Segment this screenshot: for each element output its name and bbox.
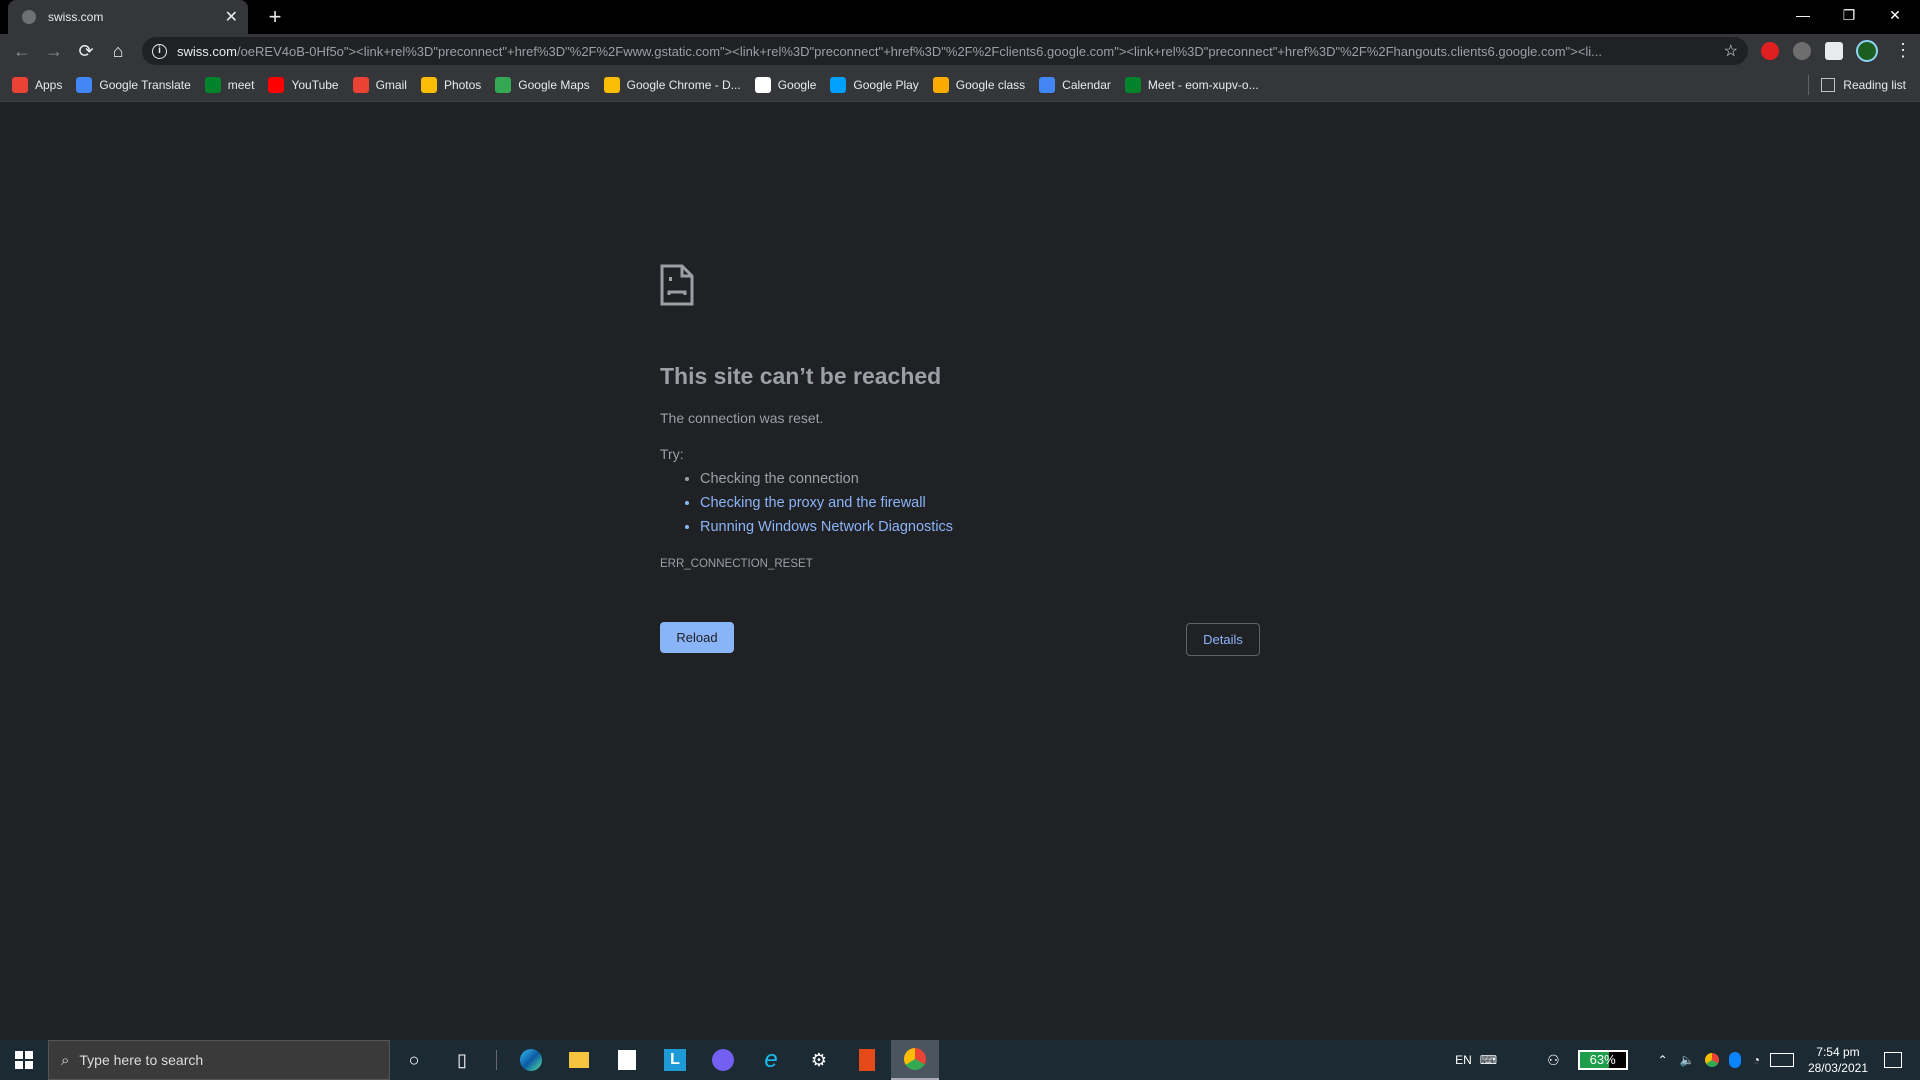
bookmarks-bar: Apps Google Translate meet YouTube Gmail Phot… [0,68,1920,102]
window-close-button[interactable]: ✕ [1872,0,1918,30]
reading-list-icon [1821,78,1836,92]
l-app-icon[interactable]: L [651,1040,699,1080]
suggestion-check-connection: Checking the connection [700,470,1260,488]
action-center-icon[interactable] [1884,1052,1902,1068]
home-button[interactable]: ⌂ [102,37,134,65]
cortana-icon[interactable]: ○ [390,1040,438,1080]
suggestion-proxy-firewall-link[interactable]: Checking the proxy and the firewall [700,494,1260,512]
reload-page-button[interactable]: Reload [660,622,734,653]
google-photos-icon [420,76,437,93]
browser-tab[interactable]: swiss.com ✕ [8,0,248,34]
suggestions-list: Checking the connection Checking the pro… [660,470,1260,536]
forward-button[interactable]: → [38,37,70,65]
error-page: This site can’t be reached The connectio… [660,264,1260,658]
google-play-icon [830,76,847,93]
tab-close-button[interactable]: ✕ [225,7,238,27]
viber-icon[interactable] [699,1040,747,1080]
google-maps-icon [495,76,512,93]
bookmark-item[interactable]: meet [204,76,254,93]
bookmark-item[interactable]: Google Play [830,76,919,93]
bluetooth-icon[interactable] [1728,1052,1741,1068]
people-icon[interactable]: ⚇ [1547,1052,1560,1069]
divider [496,1050,497,1070]
bookmark-item[interactable]: Apps [12,76,62,93]
sad-page-icon [660,264,694,306]
menu-icon[interactable]: ⋮ [1894,40,1912,61]
google-meet-icon [1124,76,1141,93]
media-extension-icon[interactable] [1793,42,1811,60]
reload-button[interactable]: ⟳ [70,37,102,65]
file-explorer-icon[interactable] [555,1040,603,1080]
bookmark-item[interactable]: Photos [420,76,481,93]
suggestion-network-diagnostics-link[interactable]: Running Windows Network Diagnostics [700,518,1260,536]
windows-taskbar: ⌕ Type here to search ○ ▯ L e ⚙ EN ⌨ ⚇ 6… [0,1040,1920,1080]
browser-toolbar: ← → ⟳ ⌂ i swiss.com/oeREV4oB-0Hf5o"><lin… [0,34,1920,68]
task-view-icon[interactable]: ▯ [438,1040,486,1080]
gmail-icon [352,76,369,93]
youtube-icon [268,76,285,93]
office-icon[interactable] [843,1040,891,1080]
google-classroom-icon [932,76,949,93]
bookmark-item[interactable]: Meet - eom-xupv-o... [1124,76,1259,93]
error-title: This site can’t be reached [660,363,942,389]
site-info-icon[interactable]: i [152,43,167,59]
bookmark-star-icon[interactable]: ☆ [1724,41,1738,61]
battery-indicator[interactable]: 63% [1577,1050,1628,1070]
google-calendar-icon [1039,76,1056,93]
bookmark-item[interactable]: Gmail [352,76,407,93]
start-button[interactable] [0,1040,48,1080]
touch-keyboard-icon[interactable] [1769,1053,1794,1067]
internet-explorer-icon[interactable]: e [747,1040,795,1080]
windows-logo-icon [15,1051,33,1069]
show-hidden-icons-chevron-icon[interactable]: ⌃ [1658,1053,1668,1067]
extensions-puzzle-icon[interactable] [1825,42,1843,60]
edge-icon[interactable] [507,1040,555,1080]
try-label: Try: [660,446,684,462]
address-bar[interactable]: i swiss.com/oeREV4oB-0Hf5o"><link+rel%3D… [142,37,1748,65]
bookmark-item[interactable]: Calendar [1039,76,1111,93]
google-translate-icon [76,76,93,93]
divider [1808,75,1810,95]
error-code: ERR_CONNECTION_RESET [660,558,813,570]
minimize-button[interactable]: — [1780,0,1826,30]
profile-avatar[interactable] [1856,40,1878,62]
chrome-taskbar-icon[interactable] [891,1040,939,1080]
google-meet-icon [204,76,221,93]
bookmark-item[interactable]: Google [754,76,816,93]
reading-list-button[interactable]: Reading list [1808,68,1906,102]
keyboard-icon[interactable]: ⌨ [1480,1053,1497,1067]
volume-icon[interactable]: 🔈 [1680,1053,1695,1067]
apps-grid-icon [12,76,28,93]
details-button[interactable]: Details [1186,623,1260,656]
restore-button[interactable]: ❐ [1826,0,1872,30]
bookmark-item[interactable]: Google Maps [495,76,590,93]
bookmark-item[interactable]: Google class [932,76,1025,93]
bookmark-item[interactable]: Google Chrome - D... [603,76,741,93]
bookmark-item[interactable]: YouTube [268,76,339,93]
tab-strip: swiss.com ✕ + — ❐ ✕ [0,0,1920,34]
new-tab-button[interactable]: + [262,4,288,30]
google-icon [754,76,771,93]
microsoft-store-icon[interactable] [603,1040,651,1080]
taskbar-search-box[interactable]: ⌕ Type here to search [48,1040,390,1080]
back-button[interactable]: ← [6,37,38,65]
system-tray: EN ⌨ ⚇ 63% ⌃ 🔈 ◔ 7:54 pm 28/03/2021 [1455,1040,1920,1080]
stop-extension-icon[interactable] [1761,42,1779,60]
settings-gear-icon[interactable]: ⚙ [795,1040,843,1080]
error-description: The connection was reset. [660,410,824,426]
wifi-icon[interactable]: ◔ [1753,1053,1760,1067]
bookmark-item[interactable]: Google Translate [76,76,191,93]
chrome-icon [603,76,620,93]
globe-icon [22,10,36,24]
error-actions: Reload Details [660,622,1260,658]
chrome-tray-icon[interactable] [1704,1053,1719,1067]
url-text: swiss.com/oeREV4oB-0Hf5o"><link+rel%3D"p… [177,43,1602,59]
input-language[interactable]: EN [1455,1053,1472,1067]
clock[interactable]: 7:54 pm 28/03/2021 [1808,1044,1868,1076]
tab-title: swiss.com [48,10,104,24]
search-icon: ⌕ [61,1051,70,1069]
